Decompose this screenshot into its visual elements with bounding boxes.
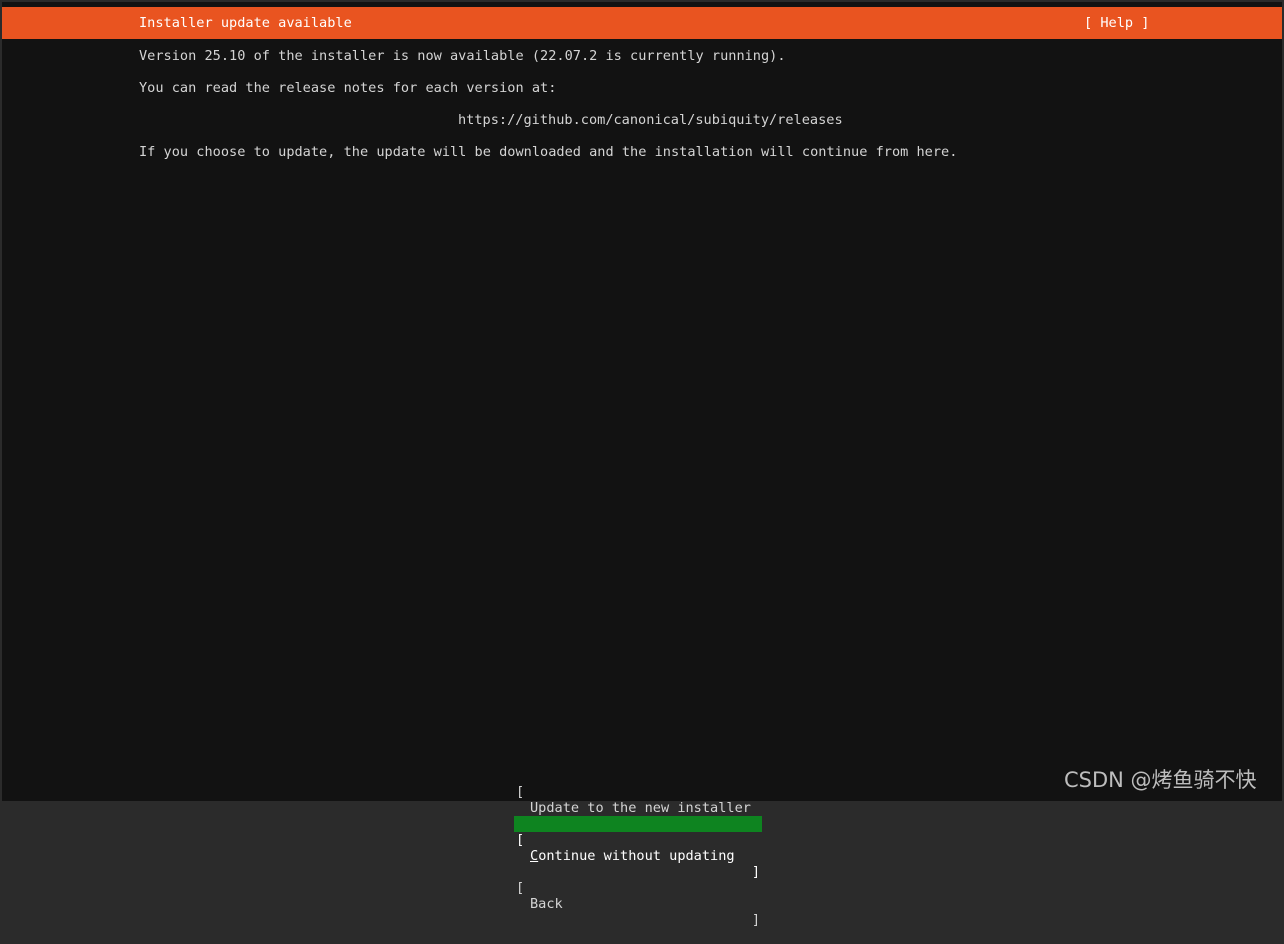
- version-info-text: Version 25.10 of the installer is now av…: [139, 48, 786, 64]
- page-title: Installer update available: [139, 15, 352, 31]
- button-group: [ Update to the new installer ] [ Contin…: [514, 736, 762, 928]
- continue-label-hotkey: C: [530, 848, 539, 864]
- left-bracket: [: [516, 832, 525, 848]
- release-notes-text: You can read the release notes for each …: [139, 80, 557, 96]
- watermark-text: CSDN @烤鱼骑不快: [1064, 768, 1257, 792]
- help-button[interactable]: [ Help ]: [1084, 15, 1149, 32]
- installer-screen: Installer update available [ Help ] Vers…: [2, 2, 1282, 928]
- title-bar: Installer update available [ Help ]: [2, 7, 1282, 39]
- continue-label-rest: ontinue without updating: [538, 848, 735, 864]
- left-bracket: [: [516, 880, 525, 896]
- update-installer-button[interactable]: [ Update to the new installer ]: [514, 768, 762, 832]
- back-button[interactable]: [ Back ]: [514, 864, 762, 928]
- update-installer-label: Update to the new installer: [530, 800, 751, 816]
- continue-without-updating-button[interactable]: [ Continue without updating ]: [514, 816, 762, 880]
- release-notes-url: https://github.com/canonical/subiquity/r…: [458, 112, 843, 128]
- update-explanation-text: If you choose to update, the update will…: [139, 144, 958, 160]
- right-bracket: ]: [751, 912, 760, 928]
- continue-label: Continue without updating: [530, 848, 735, 864]
- left-bracket: [: [516, 784, 525, 800]
- back-label: Back: [530, 896, 563, 912]
